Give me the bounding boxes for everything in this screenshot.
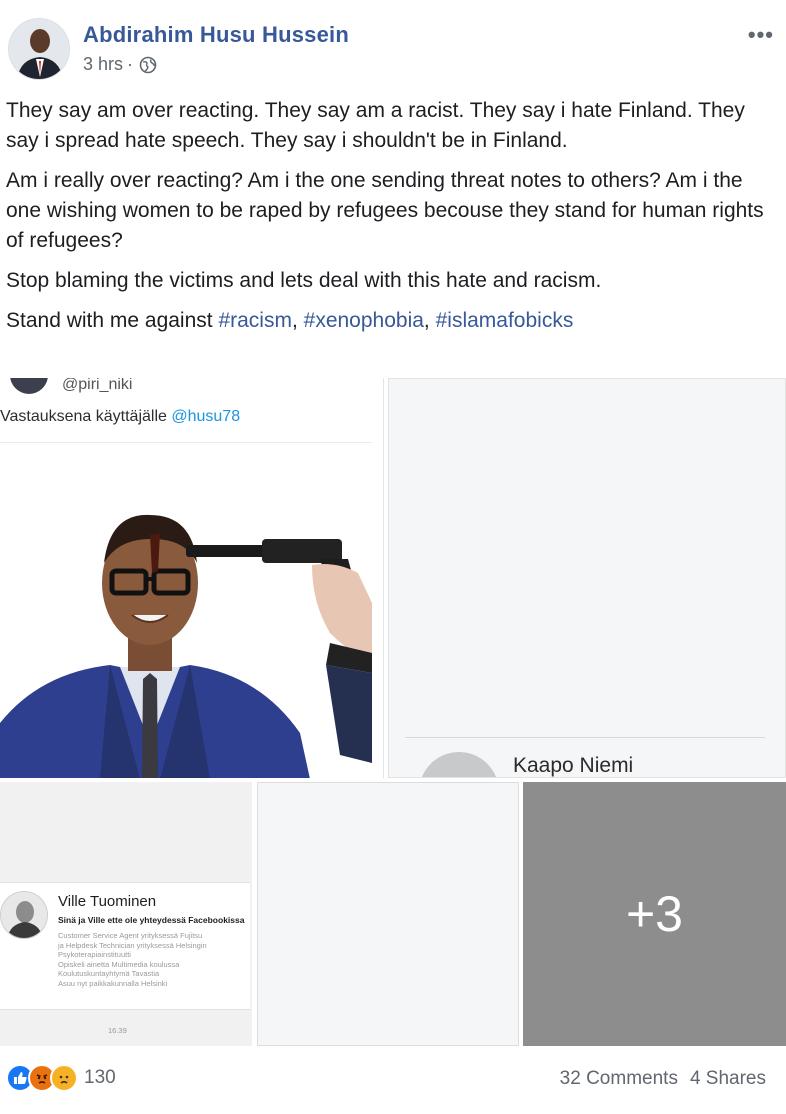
- photo-grid: @piri_niki Vastauksena käyttäjälle @husu…: [0, 378, 786, 1048]
- profile-avatar-placeholder: [419, 752, 499, 777]
- shares-count-link[interactable]: 4 Shares: [690, 1068, 766, 1090]
- profile-card-line: Psykoterapiainstituutti: [58, 950, 131, 959]
- photo-tile-more[interactable]: +3: [523, 782, 786, 1046]
- post-text: They say am over reacting. They say am a…: [6, 96, 776, 346]
- more-photos-count: +3: [625, 886, 683, 942]
- profile-card-line: Koulutuskuntayhtymä Tavastia: [58, 969, 160, 978]
- post-paragraph: Stop blaming the victims and lets deal w…: [6, 269, 602, 292]
- tweet-image: [0, 442, 372, 778]
- more-options-button[interactable]: •••: [748, 22, 774, 48]
- hashtag-prefix: Stand with me against: [6, 309, 219, 332]
- photo-tile-blank[interactable]: [257, 782, 519, 1046]
- reply-mention: @husu78: [171, 408, 241, 425]
- hashtag-sep: ,: [423, 309, 436, 332]
- profile-card-avatar: [0, 891, 48, 939]
- hashtag-link[interactable]: #islamafobicks: [436, 309, 574, 332]
- profile-card-details: Customer Service Agent yrityksessä Fujit…: [58, 931, 248, 988]
- engagement-counts: 32 Comments 4 Shares: [560, 1068, 766, 1090]
- author-avatar[interactable]: [8, 18, 70, 80]
- post-timestamp[interactable]: 3 hrs: [83, 54, 123, 75]
- reaction-count: 130: [84, 1067, 116, 1088]
- photo-tile-tweet[interactable]: @piri_niki Vastauksena käyttäjälle @husu…: [0, 378, 384, 778]
- hashtag-line: Stand with me against #racism, #xenophob…: [6, 306, 776, 336]
- comments-count-link[interactable]: 32 Comments: [560, 1068, 678, 1090]
- profile-card-line: Opiskeli ainetta Multimedia koulussa: [58, 959, 180, 969]
- meta-separator: ·: [127, 54, 134, 74]
- author-name[interactable]: Abdirahim Husu Hussein: [83, 22, 349, 48]
- post-footer: 130 32 Comments 4 Shares: [0, 1058, 786, 1102]
- post-paragraph: Am i really over reacting? Am i the one …: [6, 169, 764, 252]
- profile-card: Ville Tuominen Sinä ja Ville ette ole yh…: [0, 882, 250, 1010]
- hashtag-sep: ,: [291, 309, 304, 332]
- post-meta: 3 hrs ·: [83, 54, 157, 75]
- profile-row: Kaapo Niemi: [405, 737, 765, 777]
- post-paragraph: They say am over reacting. They say am a…: [6, 99, 745, 152]
- post-header: Abdirahim Husu Hussein 3 hrs · •••: [0, 0, 786, 92]
- profile-card-name: Ville Tuominen: [58, 893, 157, 910]
- profile-card-line: Asuu nyt paikkakunnalla Helsinki: [58, 978, 168, 988]
- tweet-avatar: [10, 378, 48, 394]
- photo-tile-profile[interactable]: Kaapo Niemi: [388, 378, 786, 778]
- hashtag-link[interactable]: #xenophobia: [304, 309, 424, 332]
- globe-icon[interactable]: [139, 56, 157, 74]
- reply-prefix: Vastauksena käyttäjälle: [0, 408, 172, 425]
- profile-card-line: Customer Service Agent yrityksessä Fujit…: [58, 931, 203, 940]
- tweet-reply-line: Vastauksena käyttäjälle @husu78: [0, 408, 240, 426]
- profile-name: Kaapo Niemi: [513, 754, 634, 777]
- tweet-handle: @piri_niki: [62, 378, 133, 393]
- profile-card-subtitle: Sinä ja Ville ette ole yhteydessä Facebo…: [58, 915, 245, 925]
- hashtag-link[interactable]: #racism: [218, 309, 292, 332]
- reactions-summary[interactable]: 130: [6, 1064, 116, 1092]
- profile-card-line: ja Helpdesk Technician yrityksessä Helsi…: [58, 940, 207, 950]
- sad-icon: [50, 1064, 78, 1092]
- photo-tile-profile-card[interactable]: Ville Tuominen Sinä ja Ville ette ole yh…: [0, 782, 252, 1046]
- profile-card-time: 16.39: [108, 1026, 127, 1035]
